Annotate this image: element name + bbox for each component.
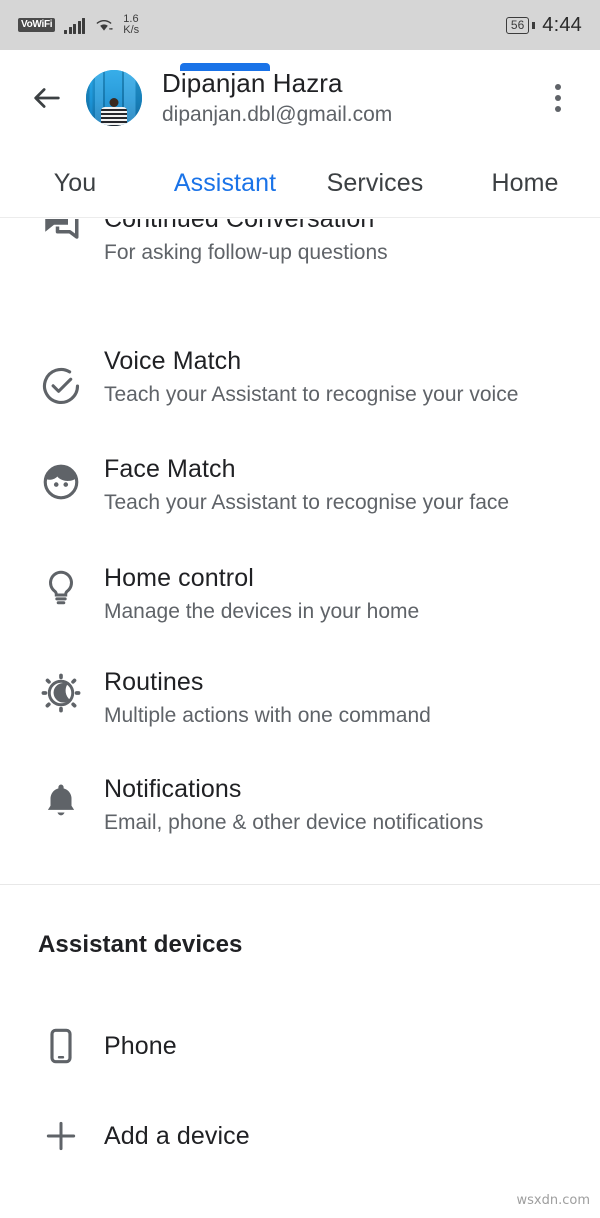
list-item-voice-match[interactable]: Voice Match Teach your Assistant to reco… bbox=[0, 344, 600, 410]
list-item-face-match[interactable]: Face Match Teach your Assistant to recog… bbox=[0, 452, 600, 518]
list-item-title: Notifications bbox=[104, 775, 242, 803]
list-item-continued-conversation[interactable]: Continued Conversation For asking follow… bbox=[0, 218, 600, 308]
signal-bars-icon bbox=[64, 17, 86, 34]
tab-bar: You Assistant Services Home bbox=[0, 145, 600, 219]
tab-assistant[interactable]: Assistant bbox=[150, 145, 300, 198]
back-arrow-icon bbox=[34, 87, 60, 108]
vowifi-badge: VoWiFi bbox=[18, 18, 56, 32]
more-vertical-icon-dot bbox=[555, 94, 561, 101]
list-item-title: Home control bbox=[104, 564, 254, 592]
list-item-home-control[interactable]: Home control Manage the devices in your … bbox=[0, 561, 600, 627]
tab-home[interactable]: Home bbox=[450, 145, 600, 198]
avatar-head bbox=[109, 97, 119, 107]
avatar[interactable] bbox=[86, 69, 142, 126]
more-vertical-icon-dot bbox=[555, 105, 561, 112]
battery-indicator: 56 bbox=[505, 16, 530, 34]
status-bar: VoWiFi 1.6 K/s 56 4:44 bbox=[0, 0, 600, 50]
assistant-devices-heading: Assistant devices bbox=[38, 931, 243, 958]
list-item-title: Continued Conversation bbox=[104, 218, 375, 233]
plus-icon bbox=[38, 1116, 84, 1156]
smartphone-icon bbox=[38, 1026, 84, 1066]
list-item-subtitle: Teach your Assistant to recognise your v… bbox=[104, 383, 519, 406]
user-email: dipanjan.dbl@gmail.com bbox=[162, 103, 393, 126]
list-item-subtitle: Teach your Assistant to recognise your f… bbox=[104, 491, 510, 514]
tab-you[interactable]: You bbox=[0, 145, 150, 198]
status-bar-right: 56 4:44 bbox=[505, 13, 582, 37]
more-vertical-icon-dot bbox=[555, 83, 561, 90]
list-item-subtitle: Email, phone & other device notification… bbox=[104, 811, 484, 834]
check-circle-icon bbox=[38, 344, 84, 408]
watermark: wsxdn.com bbox=[516, 1193, 591, 1208]
tab-services[interactable]: Services bbox=[300, 145, 450, 198]
list-item-subtitle: Manage the devices in your home bbox=[104, 600, 420, 623]
avatar-person bbox=[101, 97, 127, 126]
list-item-subtitle: Multiple actions with one command bbox=[104, 704, 431, 727]
device-item-add-a-device[interactable]: Add a device bbox=[0, 1101, 600, 1171]
list-item-title: Routines bbox=[104, 668, 204, 696]
account-identity: Dipanjan Hazra dipanjan.dbl@gmail.com bbox=[162, 67, 392, 128]
tab-active-indicator bbox=[180, 63, 270, 71]
battery-tip-icon bbox=[532, 21, 536, 29]
wifi-icon bbox=[96, 19, 113, 31]
list-item-notifications[interactable]: Notifications Email, phone & other devic… bbox=[0, 772, 600, 838]
status-bar-clock: 4:44 bbox=[542, 13, 582, 36]
bell-icon bbox=[38, 772, 84, 822]
avatar-body bbox=[101, 106, 127, 126]
assistant-settings-list: Continued Conversation For asking follow… bbox=[0, 218, 600, 1171]
routines-sun-moon-icon bbox=[38, 665, 84, 715]
device-item-phone[interactable]: Phone bbox=[0, 1011, 600, 1081]
device-item-label: Phone bbox=[104, 1031, 177, 1060]
account-header: Dipanjan Hazra dipanjan.dbl@gmail.com bbox=[0, 50, 600, 145]
face-icon bbox=[38, 452, 84, 504]
lightbulb-icon bbox=[38, 561, 84, 609]
status-bar-left: VoWiFi 1.6 K/s bbox=[18, 14, 139, 36]
forum-icon bbox=[38, 218, 84, 244]
data-rate-unit: K/s bbox=[123, 24, 140, 36]
app-screen: VoWiFi 1.6 K/s 56 4:44 Dipanjan Hazra di… bbox=[0, 0, 600, 1218]
back-button[interactable] bbox=[26, 77, 68, 119]
list-item-subtitle: For asking follow-up questions bbox=[104, 241, 388, 264]
data-rate-indicator: 1.6 K/s bbox=[123, 14, 139, 36]
tab-bar-divider bbox=[0, 217, 600, 218]
list-item-title: Voice Match bbox=[104, 347, 242, 375]
overflow-menu-button[interactable] bbox=[538, 75, 578, 121]
list-item-routines[interactable]: Routines Multiple actions with one comma… bbox=[0, 665, 600, 731]
user-name: Dipanjan Hazra bbox=[162, 68, 343, 98]
device-item-label: Add a device bbox=[104, 1121, 250, 1150]
list-item-title: Face Match bbox=[104, 455, 236, 483]
